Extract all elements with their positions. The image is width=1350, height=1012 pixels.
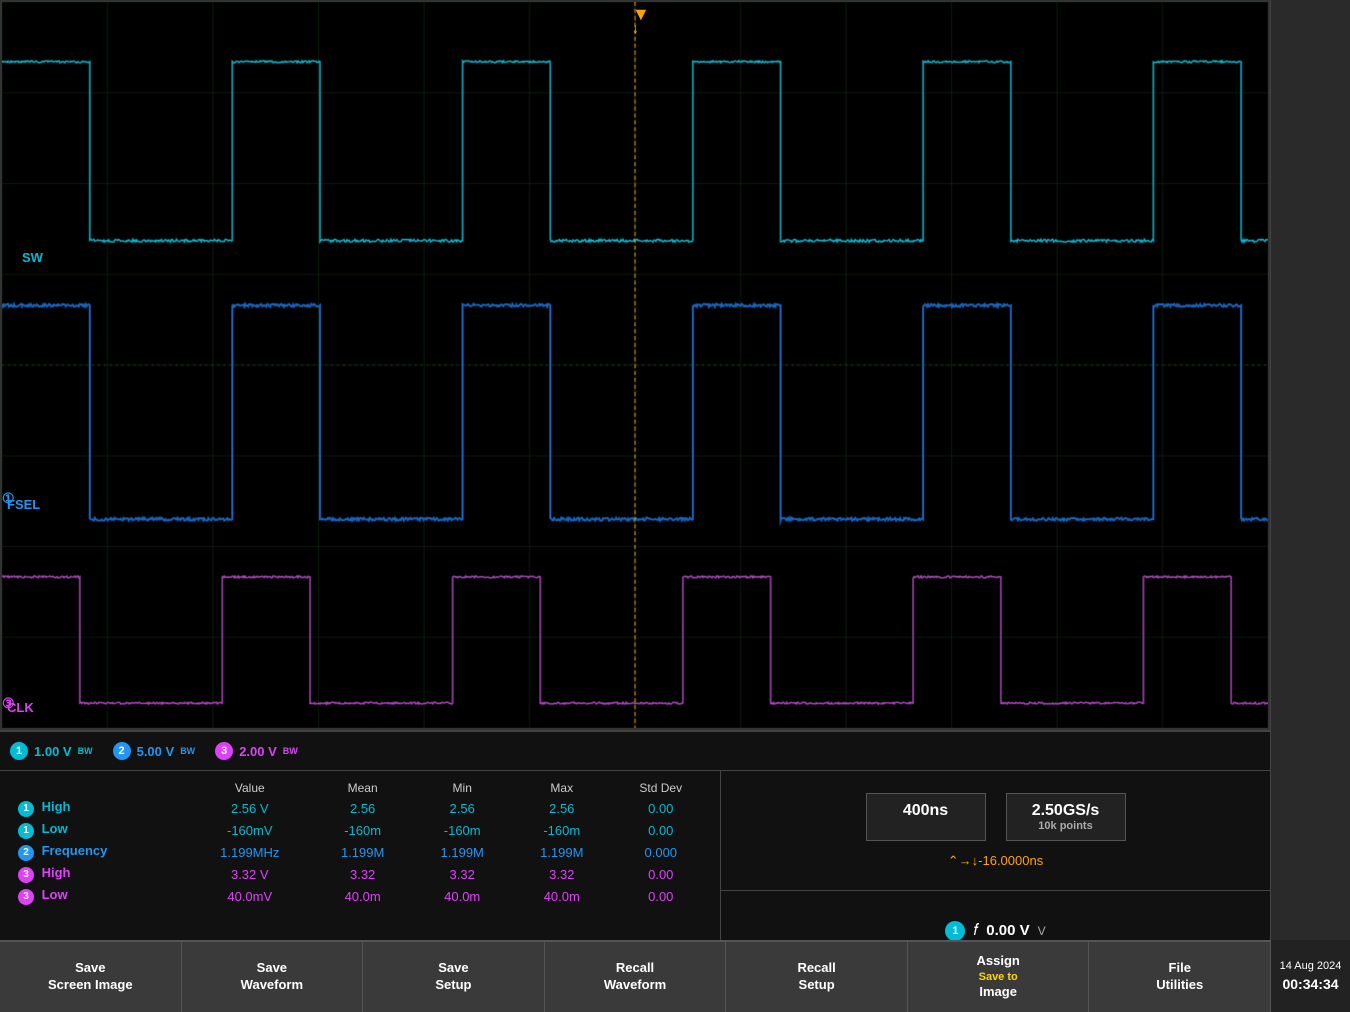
stats-tbody: 1 High 2.56 V 2.56 2.56 2.56 0.00 1 Low …: [10, 797, 710, 907]
stat-label: 3 High: [10, 863, 187, 885]
ch1-bw: BW: [78, 746, 93, 756]
assign-main-text: Assign: [977, 953, 1020, 970]
stat-std: 0.00: [612, 863, 710, 885]
stats-row: 1 Low -160mV -160m -160m -160m 0.00: [10, 819, 710, 841]
stat-min: 40.0m: [412, 885, 512, 907]
save-waveform-button[interactable]: SaveWaveform: [182, 942, 364, 1012]
trigger-type-icon: 𝑓: [973, 922, 978, 940]
bottom-buttons: SaveScreen Image SaveWaveform SaveSetup …: [0, 940, 1270, 1012]
stats-header-label: [10, 779, 187, 797]
stats-header-value: Value: [187, 779, 313, 797]
scope-screen: SW FSEL CLK ① ③ ▼ ↓: [0, 0, 1270, 730]
stat-mean: -160m: [313, 819, 413, 841]
save-setup-button[interactable]: SaveSetup: [363, 942, 545, 1012]
stat-max: 1.199M: [512, 841, 612, 863]
ch2-voltage: 5.00 V: [137, 744, 175, 759]
recall-setup-button[interactable]: RecallSetup: [726, 942, 908, 1012]
trigger-offset: ⌃→↓-16.0000ns: [948, 853, 1043, 869]
recall-waveform-button[interactable]: RecallWaveform: [545, 942, 727, 1012]
time-info: 400ns 2.50GS/s 10k points ⌃→↓-16.0000ns: [720, 770, 1270, 890]
stats-row: 1 High 2.56 V 2.56 2.56 2.56 0.00: [10, 797, 710, 819]
samplerate-value: 2.50GS/s: [1027, 802, 1105, 820]
ch2-label: SW: [22, 250, 43, 265]
stat-std: 0.00: [612, 885, 710, 907]
ch2-indicator: 2 5.00 V BW: [113, 742, 196, 760]
stat-std: 0.00: [612, 797, 710, 819]
stat-mean: 40.0m: [313, 885, 413, 907]
stat-min: 2.56: [412, 797, 512, 819]
assign-bowl-button[interactable]: Assign Save to Image: [908, 942, 1090, 1012]
stats-header-mean: Mean: [313, 779, 413, 797]
stat-label: 1 Low: [10, 819, 187, 841]
trigger-offset-value: ⌃→↓-16.0000ns: [948, 853, 1043, 868]
ch3-circle: 3: [215, 742, 233, 760]
ch3-voltage: 2.00 V: [239, 744, 277, 759]
time-display: 00:34:34: [1282, 976, 1338, 992]
ch2-bw: BW: [180, 746, 195, 756]
ch3-bw: BW: [283, 746, 298, 756]
trigger-unit: V: [1038, 924, 1046, 938]
trigger-voltage: 0.00 V: [986, 922, 1029, 939]
timebase-value: 400ns: [887, 802, 965, 820]
stat-value: -160mV: [187, 819, 313, 841]
timebase-cell: 400ns: [866, 793, 986, 841]
ch3-marker: ③: [2, 695, 15, 712]
ch1-marker: ①: [2, 490, 15, 507]
stat-mean: 1.199M: [313, 841, 413, 863]
assign-image-text: Image: [979, 984, 1017, 1001]
stat-value: 40.0mV: [187, 885, 313, 907]
ch1-indicator: 1 1.00 V BW: [10, 742, 93, 760]
stat-label: 1 High: [10, 797, 187, 819]
stats-header-min: Min: [412, 779, 512, 797]
save-screen-image-button[interactable]: SaveScreen Image: [0, 942, 182, 1012]
ch1-voltage: 1.00 V: [34, 744, 72, 759]
time-boxes: 400ns 2.50GS/s 10k points: [866, 793, 1126, 841]
ch2-circle: 2: [113, 742, 131, 760]
trigger-ch-circle: 1: [945, 921, 965, 941]
points-value: 10k points: [1027, 820, 1105, 832]
waveform-display: [2, 2, 1268, 728]
stat-std: 0.000: [612, 841, 710, 863]
stat-label: 2 Frequency: [10, 841, 187, 863]
right-panel: [1270, 0, 1350, 730]
right-stats-panel: [1270, 730, 1350, 940]
stat-max: 40.0m: [512, 885, 612, 907]
stat-max: 2.56: [512, 797, 612, 819]
stat-label: 3 Low: [10, 885, 187, 907]
stats-row: 3 Low 40.0mV 40.0m 40.0m 40.0m 0.00: [10, 885, 710, 907]
stat-value: 1.199MHz: [187, 841, 313, 863]
stat-value: 2.56 V: [187, 797, 313, 819]
datetime-display: 14 Aug 2024 00:34:34: [1270, 940, 1350, 1012]
samplerate-cell: 2.50GS/s 10k points: [1006, 793, 1126, 841]
stat-min: 3.32: [412, 863, 512, 885]
trigger-display: 1 𝑓 0.00 V V: [945, 921, 1045, 941]
stat-max: -160m: [512, 819, 612, 841]
stats-header-std: Std Dev: [612, 779, 710, 797]
stat-min: -160m: [412, 819, 512, 841]
stats-header-max: Max: [512, 779, 612, 797]
stat-mean: 2.56: [313, 797, 413, 819]
stat-min: 1.199M: [412, 841, 512, 863]
stat-mean: 3.32: [313, 863, 413, 885]
assign-sub-text: Save to: [979, 970, 1018, 984]
stat-max: 3.32: [512, 863, 612, 885]
ch1-circle: 1: [10, 742, 28, 760]
date-display: 14 Aug 2024: [1280, 960, 1342, 972]
stats-table: Value Mean Min Max Std Dev 1 High 2.56 V…: [10, 779, 710, 907]
file-utilities-button[interactable]: FileUtilities: [1089, 942, 1270, 1012]
stat-value: 3.32 V: [187, 863, 313, 885]
ch3-indicator: 3 2.00 V BW: [215, 742, 298, 760]
stats-row: 2 Frequency 1.199MHz 1.199M 1.199M 1.199…: [10, 841, 710, 863]
trigger-top-marker2: ↓: [632, 20, 639, 36]
stat-std: 0.00: [612, 819, 710, 841]
channel-bar: 1 1.00 V BW 2 5.00 V BW 3 2.00 V BW: [0, 730, 1270, 770]
stats-row: 3 High 3.32 V 3.32 3.32 3.32 0.00: [10, 863, 710, 885]
